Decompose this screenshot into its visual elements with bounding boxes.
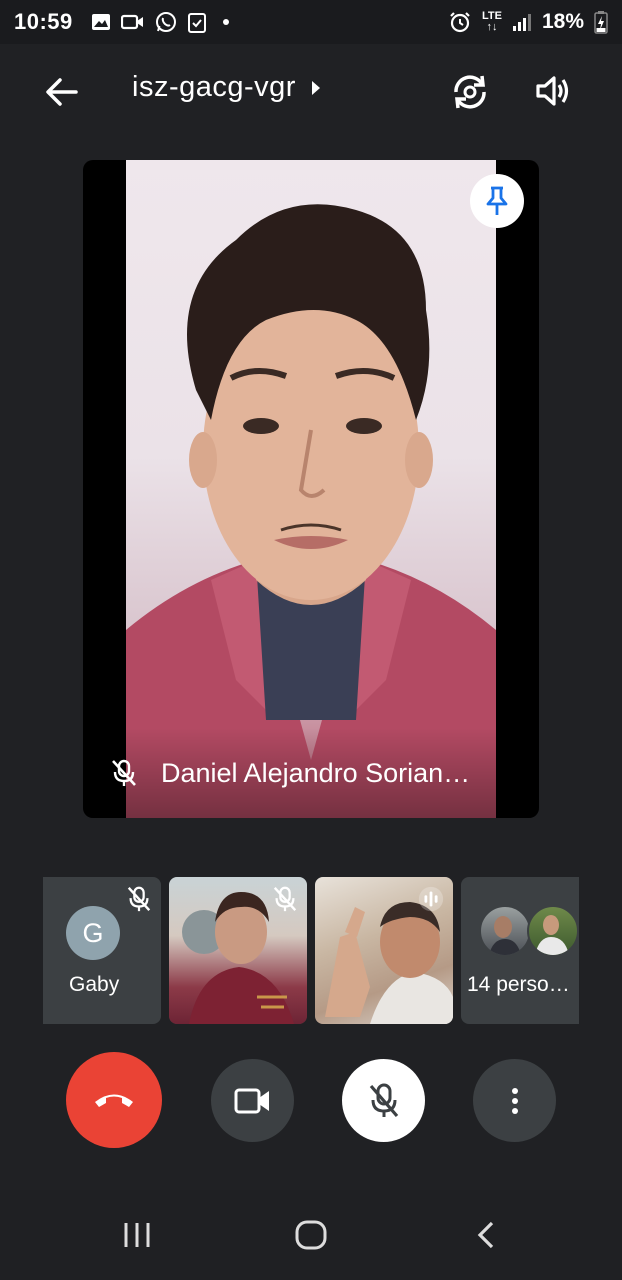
mic-off-icon: [127, 886, 151, 912]
recents-button[interactable]: [122, 1220, 152, 1255]
home-button[interactable]: [294, 1220, 328, 1255]
more-participants-tile[interactable]: 14 person…: [461, 877, 579, 1024]
switch-camera-button[interactable]: [448, 70, 492, 114]
switch-camera-icon: [454, 75, 486, 109]
camera-toggle-button[interactable]: [211, 1059, 294, 1142]
camera-icon: [234, 1088, 269, 1113]
back-button[interactable]: [40, 72, 84, 112]
avatar: G: [66, 906, 120, 960]
chevron-right-icon: [311, 80, 320, 95]
avatar-photo: [489, 916, 521, 955]
meeting-code-button[interactable]: isz-gacg-vgr: [132, 71, 322, 104]
nav-back-button[interactable]: [474, 1220, 496, 1255]
meeting-code: isz-gacg-vgr: [132, 71, 296, 103]
gallery-icon: [91, 14, 110, 30]
participant-mini-avatar: [479, 905, 531, 957]
participant-tile-gaby[interactable]: G Gaby: [43, 877, 161, 1024]
participant-video-frame: [126, 204, 496, 818]
video-call-notification-icon: [120, 14, 143, 30]
home-icon: [295, 1220, 327, 1250]
more-options-button[interactable]: [473, 1059, 556, 1142]
lte-arrows: ↑↓: [486, 21, 498, 33]
mic-off-icon: [112, 759, 136, 786]
system-nav-bar: [0, 1190, 622, 1280]
audio-output-button[interactable]: [532, 70, 574, 112]
main-participant-name-row: Daniel Alejandro Sorian…: [83, 728, 539, 818]
audio-wave-icon: [418, 886, 444, 912]
battery-charging-icon: [594, 11, 608, 34]
call-controls: [0, 1050, 622, 1150]
status-time: 10:59: [14, 9, 73, 34]
participant-name: Gaby: [69, 973, 120, 996]
more-participants-label: 14 person…: [467, 973, 579, 996]
signal-icon: [512, 14, 531, 31]
alarm-icon: [450, 12, 470, 33]
participant-tile-video-2[interactable]: [315, 877, 453, 1024]
pin-icon: [486, 186, 508, 215]
more-notifications-dot: [222, 19, 229, 25]
participant-strip[interactable]: G Gaby 14 person…: [43, 877, 579, 1024]
recents-icon: [124, 1223, 150, 1247]
participant-mini-avatar: [527, 905, 579, 957]
pin-button[interactable]: [470, 174, 524, 228]
mic-off-icon: [369, 1083, 398, 1117]
back-arrow-icon: [46, 78, 78, 106]
mic-toggle-button[interactable]: [342, 1059, 425, 1142]
meeting-top-bar: isz-gacg-vgr: [0, 44, 622, 138]
nav-back-icon: [477, 1221, 494, 1249]
hang-up-button[interactable]: [66, 1052, 162, 1148]
status-bar: 10:59 LTE ↑↓ 18%: [0, 0, 622, 44]
avatar-photo: [535, 915, 569, 955]
status-right: LTE ↑↓ 18%: [448, 10, 608, 34]
task-icon: [187, 13, 206, 33]
whatsapp-icon: [155, 12, 176, 32]
notification-icons: [91, 11, 229, 33]
phone-hangup-icon: [95, 1094, 133, 1107]
speaker-icon: [536, 76, 569, 106]
mic-off-icon: [273, 886, 297, 912]
participant-tile-video-1[interactable]: [169, 877, 307, 1024]
main-participant-video: [126, 160, 496, 818]
main-participant-tile[interactable]: Daniel Alejandro Sorian…: [83, 160, 539, 818]
main-participant-name: Daniel Alejandro Sorian…: [161, 757, 471, 788]
lte-indicator: LTE ↑↓: [482, 11, 502, 33]
battery-percent: 18%: [541, 10, 584, 33]
more-vert-icon: [511, 1087, 518, 1114]
